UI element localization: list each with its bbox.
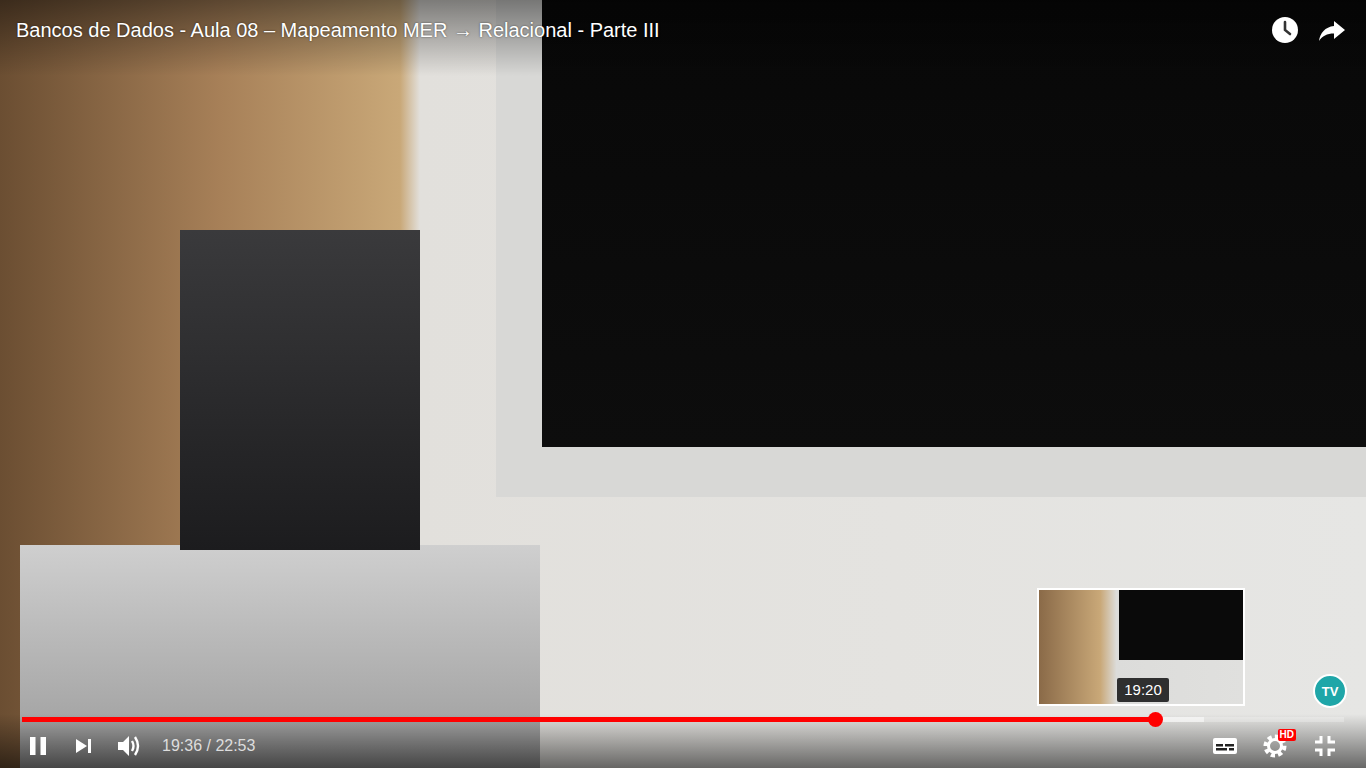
preview-thumbnail: 19:20 (1037, 588, 1245, 706)
exit-fullscreen-icon (1310, 731, 1340, 761)
watch-later-icon[interactable] (1270, 15, 1300, 45)
captions-icon (1210, 731, 1240, 761)
pause-icon (24, 732, 52, 760)
play-pause-button[interactable] (20, 728, 56, 764)
channel-watermark[interactable]: TV (1313, 674, 1347, 708)
share-arrow-icon[interactable] (1317, 15, 1347, 45)
captions-button[interactable] (1206, 727, 1244, 765)
fullscreen-button[interactable] (1306, 727, 1344, 765)
volume-button[interactable] (110, 727, 148, 765)
video-title[interactable]: Bancos de Dados - Aula 08 – Mapeamento M… (16, 14, 660, 46)
progress-bar[interactable] (20, 714, 1346, 724)
control-bar: 19:36 / 22:53 HD (0, 714, 1366, 768)
top-bar: Bancos de Dados - Aula 08 – Mapeamento M… (0, 0, 1366, 76)
next-button[interactable] (66, 729, 100, 763)
settings-button[interactable]: HD (1256, 727, 1294, 765)
time-display: 19:36 / 22:53 (162, 735, 255, 757)
scrubber-handle[interactable] (1148, 712, 1163, 727)
hd-badge: HD (1278, 729, 1296, 741)
volume-icon (114, 731, 144, 761)
video-player[interactable]: Bancos de Dados - Aula 08 – Mapeamento M… (0, 0, 1366, 768)
preview-time: 19:20 (1117, 678, 1169, 702)
next-icon (70, 733, 96, 759)
